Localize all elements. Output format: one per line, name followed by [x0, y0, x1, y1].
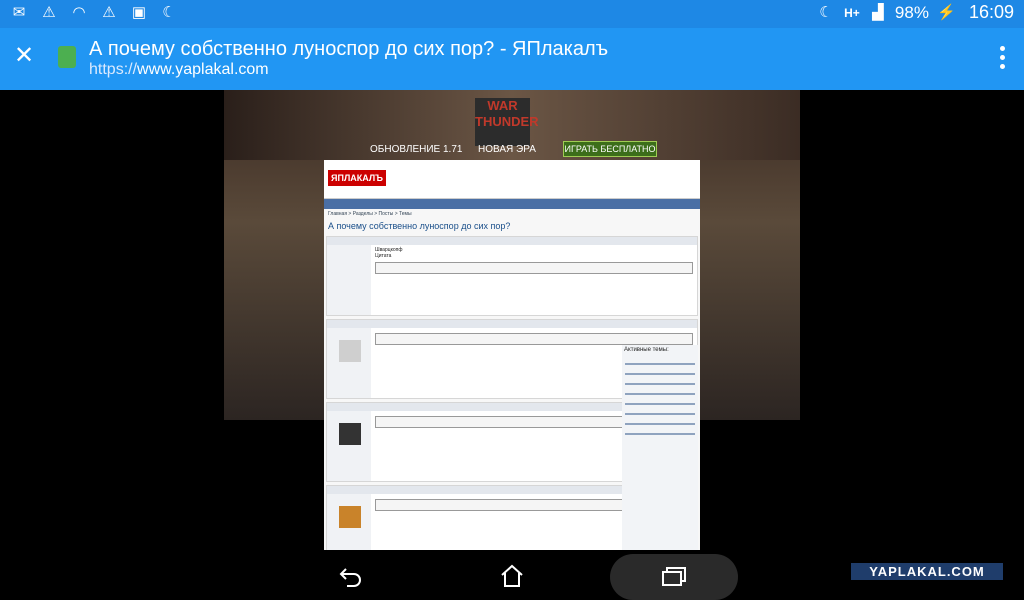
page-url[interactable]: https://www.yaplakal.com: [89, 61, 269, 79]
lock-icon[interactable]: [58, 46, 76, 68]
forum-header: ЯПЛАКАЛЪ: [324, 160, 700, 199]
battery-charging-icon: ⚡: [936, 3, 956, 21]
moon-icon: ☾: [162, 4, 176, 21]
status-bar: ✉ ⚠ ◠ ⚠ ▣ ☾ ☾ H+ ▟ 98% ⚡ 16:09: [0, 0, 1024, 28]
post-author-panel: [327, 494, 371, 550]
warning-icon: ⚠: [102, 4, 116, 21]
warning-icon: ⚠: [42, 4, 56, 21]
topic-link[interactable]: [625, 413, 695, 415]
topic-link[interactable]: [625, 423, 695, 425]
browser-toolbar: ✕ А почему собственно луноспор до сих по…: [0, 28, 1024, 90]
image-icon: ▣: [131, 4, 147, 21]
side-title: Активные темы:: [624, 347, 669, 353]
quote-box: [375, 262, 693, 274]
post-author-panel: [327, 411, 371, 481]
forum-post: Шварцкопф Цитата: [326, 236, 698, 316]
post-author-panel: [327, 245, 371, 315]
post-header: [327, 320, 697, 328]
play-free-button[interactable]: ИГРАТЬ БЕСПЛАТНО: [563, 141, 657, 157]
post-author-panel: [327, 328, 371, 398]
back-icon[interactable]: [338, 563, 364, 589]
avatar[interactable]: [339, 506, 361, 528]
hplus-icon: H+: [844, 5, 860, 20]
post-body: Шварцкопф Цитата: [375, 247, 693, 277]
wifi-icon: ◠: [72, 4, 86, 21]
url-host: www.yaplakal.com: [137, 61, 269, 78]
thread-title: А почему собственно луноспор до сих пор?: [328, 221, 511, 231]
signal-icon: ▟: [872, 3, 884, 21]
topic-link[interactable]: [625, 393, 695, 395]
topic-link[interactable]: [625, 373, 695, 375]
topic-link[interactable]: [625, 403, 695, 405]
avatar[interactable]: [339, 340, 361, 362]
quote-box: [375, 333, 693, 345]
quote-label: Цитата: [375, 253, 392, 259]
overflow-menu-icon[interactable]: [1000, 46, 1008, 69]
avatar[interactable]: [339, 423, 361, 445]
recents-icon[interactable]: [661, 567, 687, 587]
promo-update-text: ОБНОВЛЕНИЕ 1.71: [370, 144, 463, 155]
mail-icon: ✉: [12, 4, 26, 21]
active-topics-sidebar: Активные темы:: [622, 345, 698, 550]
forum-nav[interactable]: [324, 199, 700, 209]
close-icon[interactable]: ✕: [12, 44, 36, 68]
page-content: WAR THUNDER ОБНОВЛЕНИЕ 1.71 НОВАЯ ЭРА ИГ…: [0, 90, 1024, 550]
battery-level: 98%: [894, 2, 929, 22]
topic-link[interactable]: [625, 363, 695, 365]
home-icon[interactable]: [499, 563, 525, 589]
topic-link[interactable]: [625, 383, 695, 385]
war-thunder-logo: WAR THUNDER: [475, 98, 539, 146]
clock: 16:09: [968, 2, 1014, 22]
topic-link[interactable]: [625, 433, 695, 435]
forum-logo[interactable]: ЯПЛАКАЛЪ: [328, 170, 386, 186]
breadcrumb[interactable]: Главная > Разделы > Посты > Темы: [324, 209, 700, 219]
watermark-logo: YAPLAKAL.COM: [851, 563, 1003, 580]
page-title: А почему собственно луноспор до сих пор?…: [89, 38, 609, 60]
promo-era-text: НОВАЯ ЭРА: [478, 144, 536, 155]
moon-icon: ☾: [819, 3, 833, 21]
post-header: [327, 237, 697, 245]
url-scheme: https://: [89, 61, 138, 78]
